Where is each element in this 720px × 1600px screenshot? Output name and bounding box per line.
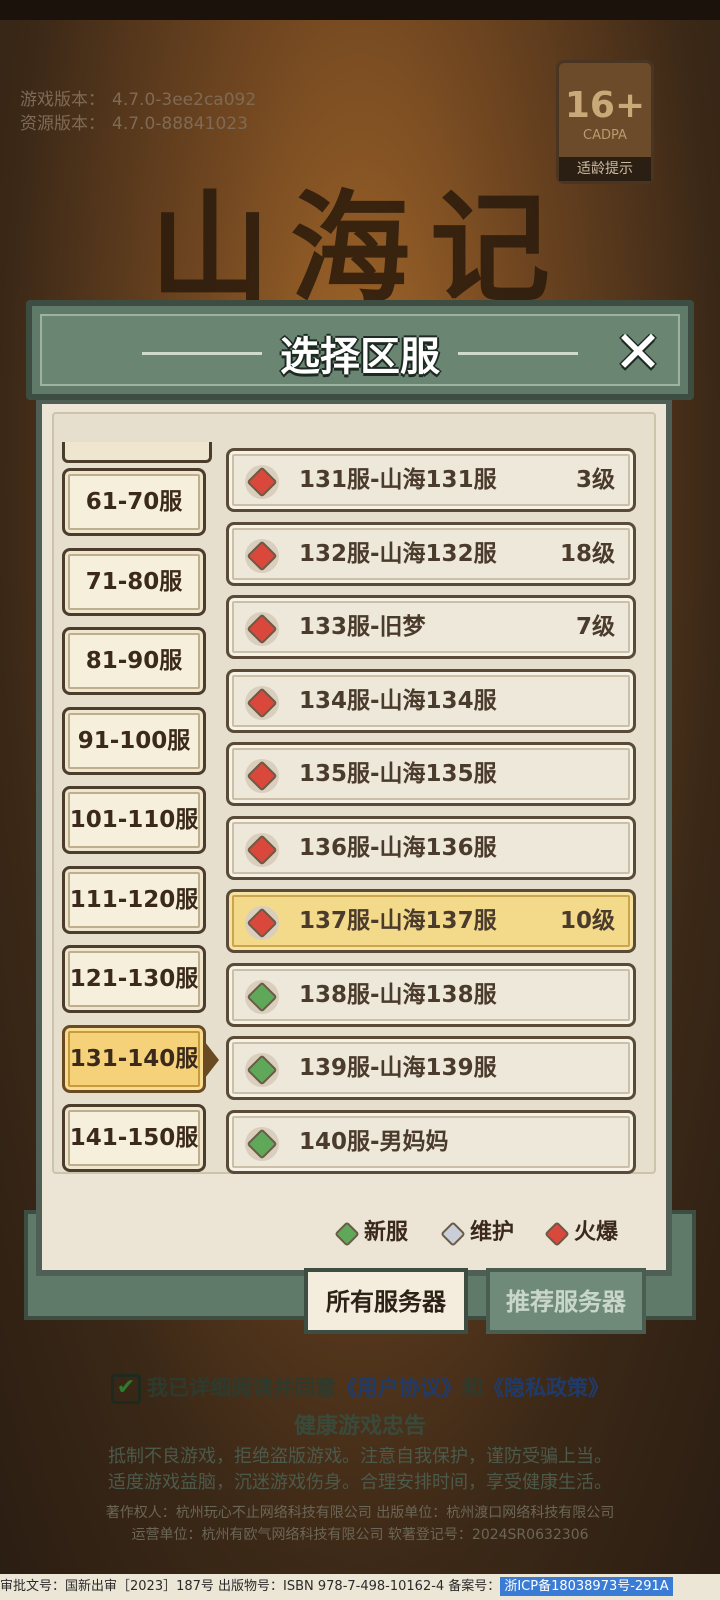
game-version-label: 游戏版本： xyxy=(20,90,105,110)
agreement-text: 我已详细阅读并同意 xyxy=(147,1376,336,1400)
range-item[interactable]: 131-140服 xyxy=(62,1024,219,1093)
range-item[interactable]: 81-90服 xyxy=(62,627,206,695)
server-name: 131服-山海131服 xyxy=(299,467,497,493)
server-row[interactable]: 140服-男妈妈 xyxy=(226,1109,636,1174)
game-logo: 山海记 xyxy=(150,180,570,319)
server-level: 3级 xyxy=(575,467,615,493)
server-level: 18级 xyxy=(559,540,615,567)
legend-hot-label: 火爆 xyxy=(574,1220,619,1245)
range-item-partial[interactable] xyxy=(62,442,212,463)
server-row[interactable]: 138服-山海138服 xyxy=(226,962,636,1027)
range-item[interactable]: 141-150服 xyxy=(62,1104,206,1172)
age-rating-badge[interactable]: 16+ CADPA 适龄提示 xyxy=(556,60,654,184)
server-name: 135服-山海135服 xyxy=(299,761,497,787)
server-row[interactable]: 139服-山海139服 xyxy=(226,1036,636,1100)
agreement-row: ✔ 我已详细阅读并同意《用户协议》和《隐私政策》 xyxy=(0,1372,720,1404)
server-row[interactable]: 133服-旧梦 7级 xyxy=(226,595,636,659)
server-row[interactable]: 136服-山海136服 xyxy=(226,815,636,880)
server-level: 10级 xyxy=(559,908,615,934)
copyright-line-2: 运营单位：杭州有欧气网络科技有限公司 软著登记号：2024SR0632306 xyxy=(131,1527,589,1543)
server-name: 140服-男妈妈 xyxy=(299,1128,449,1155)
version-info: 游戏版本： 4.7.0-3ee2ca092 资源版本： 4.7.0-88841023 xyxy=(20,88,256,136)
server-name: 137服-山海137服 xyxy=(299,908,497,934)
range-item[interactable]: 61-70服 xyxy=(62,468,206,536)
tab-all-servers[interactable]: 所有服务器 xyxy=(304,1268,468,1334)
server-name: 136服-山海136服 xyxy=(299,834,497,861)
privacy-policy-link[interactable]: 《隐私政策》 xyxy=(483,1376,609,1400)
server-name: 132服-山海132服 xyxy=(299,540,497,567)
range-item[interactable]: 91-100服 xyxy=(62,706,206,775)
copyright-line-1: 著作权人：杭州玩心不止网络科技有限公司 出版单位：杭州渡口网络科技有限公司 xyxy=(105,1505,615,1521)
resource-version-value: 4.7.0-88841023 xyxy=(112,114,248,134)
server-dialog-header: 选择区服 ✕ xyxy=(26,300,694,400)
tab-recommended-servers[interactable]: 推荐服务器 xyxy=(486,1268,646,1334)
server-name: 133服-旧梦 xyxy=(299,614,426,640)
age-rating-number: 16+ xyxy=(564,85,646,126)
close-icon[interactable]: ✕ xyxy=(610,323,666,381)
server-row[interactable]: 135服-山海135服 xyxy=(226,742,636,806)
legend-new-label: 新服 xyxy=(364,1220,409,1245)
server-row[interactable]: 134服-山海134服 xyxy=(226,668,636,733)
server-row[interactable]: 132服-山海132服 18级 xyxy=(226,521,636,586)
license-text: 审批文号：国新出审［2023］187号 出版物号：ISBN 978-7-498-… xyxy=(0,1579,501,1594)
health-notice-line-1: 抵制不良游戏，拒绝盗版游戏。注意自我保护，谨防受骗上当。 xyxy=(108,1446,612,1467)
health-notice-title: 健康游戏忠告 xyxy=(293,1414,426,1439)
agreement-and: 和 xyxy=(462,1376,483,1400)
age-rating-org: CADPA xyxy=(583,128,627,143)
dialog-title: 选择区服 xyxy=(280,334,440,380)
server-level: 7级 xyxy=(575,614,615,640)
age-rating-tip: 适龄提示 xyxy=(559,157,651,181)
legend-maintain-label: 维护 xyxy=(470,1220,515,1245)
range-item[interactable]: 111-120服 xyxy=(62,865,206,934)
license-bar: 审批文号：国新出审［2023］187号 出版物号：ISBN 978-7-498-… xyxy=(0,1574,720,1600)
range-item[interactable]: 121-130服 xyxy=(62,945,206,1013)
status-bar xyxy=(0,0,720,20)
resource-version-label: 资源版本： xyxy=(20,114,105,134)
range-item[interactable]: 71-80服 xyxy=(62,547,206,616)
server-row[interactable]: 131服-山海131服 3级 xyxy=(226,448,636,512)
range-item[interactable]: 101-110服 xyxy=(62,786,206,854)
server-name: 139服-山海139服 xyxy=(299,1055,497,1081)
server-name: 134服-山海134服 xyxy=(299,687,497,714)
server-name: 138服-山海138服 xyxy=(299,981,497,1008)
health-notice-line-2: 适度游戏益脑，沉迷游戏伤身。合理安排时间，享受健康生活。 xyxy=(108,1472,612,1493)
game-version-value: 4.7.0-3ee2ca092 xyxy=(112,90,257,110)
icp-link[interactable]: 浙ICP备18038973号-291A xyxy=(500,1577,673,1596)
user-agreement-link[interactable]: 《用户协议》 xyxy=(336,1376,462,1400)
agreement-checkbox[interactable]: ✔ xyxy=(111,1374,141,1404)
server-row[interactable]: 137服-山海137服 10级 xyxy=(226,889,636,953)
